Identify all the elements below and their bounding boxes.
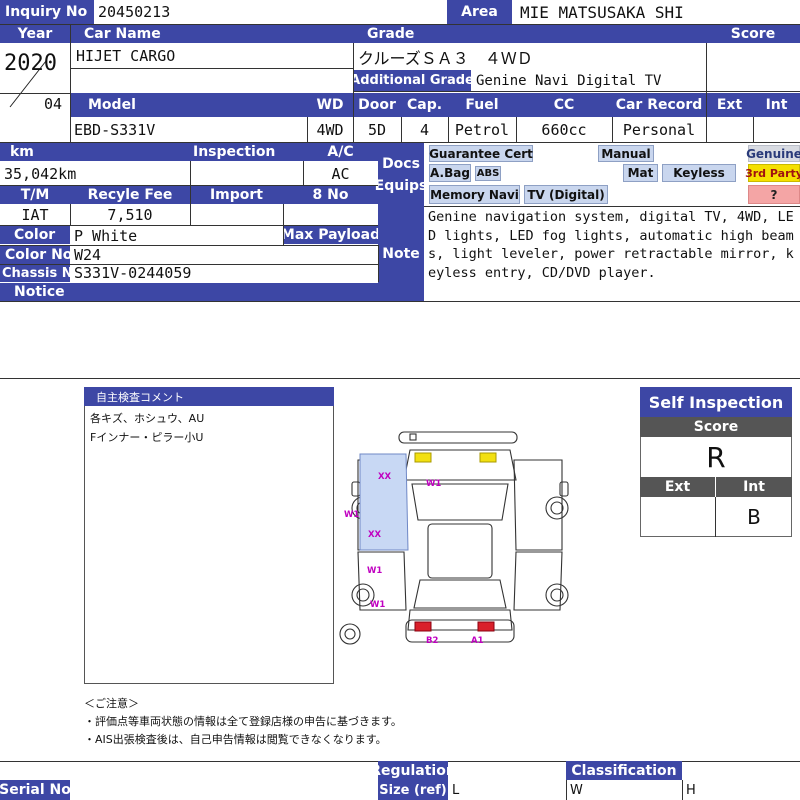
docs-label: Docs	[382, 155, 420, 172]
damage-mark-rear-bumper-left: B2	[426, 636, 439, 646]
color-no-label: Color No	[0, 245, 72, 264]
badge-memory-navi: Memory Navi	[429, 185, 520, 204]
model-value: EBD-S331V	[74, 121, 156, 139]
notice-label: Notice	[0, 283, 424, 301]
size-w-label: W	[570, 782, 583, 798]
size-h-label: H	[686, 782, 696, 798]
disclaimer-line-2: ・AIS出張検査後は、自己申告情報は閲覧できなくなります。	[84, 733, 387, 746]
damage-mark-rear-left-lower: W1	[370, 600, 386, 610]
ac-label: A/C	[303, 143, 378, 161]
grade-value: クルーズＳＡ３ ４ＷＤ	[358, 49, 533, 68]
comment-line-2: Fインナー・ピラー小U	[90, 431, 204, 444]
cap-value: 4	[419, 121, 430, 139]
damage-mark-front-left: XX	[378, 472, 392, 482]
car-name-label: Car Name	[70, 24, 353, 43]
car-record-label: Car Record	[612, 93, 706, 117]
car-record-value: Personal	[622, 121, 696, 139]
int-label: Int	[753, 93, 800, 117]
self-inspection-ext	[640, 497, 716, 537]
self-inspection-title: Self Inspection	[640, 387, 792, 417]
month-value: 04	[44, 95, 63, 113]
cap-label: Cap.	[401, 93, 448, 117]
comments-box	[84, 406, 334, 684]
disclaimer-heading: ＜ご注意＞	[84, 697, 139, 710]
import-label: Import	[190, 186, 283, 204]
km-value: 35,042km	[4, 165, 77, 183]
badge-question: ?	[748, 185, 800, 204]
badge-genuine: Genuine	[746, 145, 800, 162]
comments-title: 自主検査コメント	[84, 387, 334, 406]
note-label: Note	[378, 206, 424, 301]
inquiry-no-label: Inquiry No	[0, 0, 94, 24]
badge-manual: Manual	[598, 145, 654, 162]
inquiry-no-value: 20450213	[98, 3, 171, 21]
car-damage-diagram	[339, 431, 569, 645]
ext-label: Ext	[706, 93, 753, 117]
max-payload-label: Max Payload	[280, 225, 381, 244]
badge-third-party: 3rd Party	[745, 164, 800, 182]
fuel-label: Fuel	[448, 93, 516, 117]
tm-value: IAT	[21, 206, 49, 224]
self-inspection-int: B	[747, 505, 761, 529]
equips-label: Equips	[374, 177, 428, 194]
model-label: Model	[70, 93, 307, 117]
km-label: km	[0, 143, 190, 161]
damage-mark-front-left-door: W1	[344, 510, 360, 520]
damage-mark-left-side: XX	[368, 530, 382, 540]
serial-no-label: Serial No	[0, 780, 71, 800]
badge-tv-digital: TV (Digital)	[524, 185, 608, 204]
color-value: P White	[74, 226, 138, 245]
cc-label: CC	[516, 93, 612, 117]
damage-mark-rear-bumper-right: A1	[471, 636, 484, 646]
grade-label: Grade	[353, 24, 706, 43]
disclaimer-line-1: ・評価点等車両状態の情報は全て登録店様の申告に基づきます。	[84, 715, 402, 728]
docs-equips-label: Docs Equips	[375, 143, 427, 206]
door-label: Door	[353, 93, 401, 117]
wd-label: WD	[307, 93, 353, 117]
badge-keyless: Keyless	[662, 164, 736, 182]
tm-label: T/M	[0, 186, 70, 204]
score-label: Score	[706, 24, 800, 43]
note-text: Genine navigation system, digital TV, 4W…	[428, 209, 794, 281]
8-no-label: 8 No	[283, 186, 378, 204]
recycle-fee-value: 7,510	[107, 206, 153, 224]
chassis-no-label: Chassis No	[0, 264, 82, 282]
area-label: Area	[447, 0, 512, 24]
car-name-value: HIJET CARGO	[76, 47, 176, 65]
damage-mark-hood: W1	[426, 479, 442, 489]
year-cell: 2020 04	[0, 43, 70, 120]
color-no-value: W24	[74, 245, 102, 264]
badge-mat: Mat	[623, 164, 658, 182]
badge-abs: ABS	[475, 166, 501, 181]
area-value: MIE MATSUSAKA SHI	[520, 2, 684, 22]
damage-mark-rear-left: W1	[367, 566, 383, 576]
self-inspection-int-label: Int	[716, 477, 792, 497]
chassis-no-value: S331V-0244059	[74, 264, 192, 282]
ac-value: AC	[331, 165, 350, 183]
self-inspection-score-label: Score	[640, 417, 792, 437]
badge-abag: A.Bag	[429, 164, 471, 182]
badge-guarantee-cert: Guarantee Cert	[429, 145, 533, 162]
additional-grade-value: Genine Navi Digital TV	[476, 72, 662, 89]
year-label: Year	[0, 24, 70, 43]
regulation-label: Regulation	[370, 761, 456, 780]
year-value: 2020	[4, 51, 57, 76]
size-l-label: L	[452, 782, 460, 798]
cc-value: 660cc	[541, 121, 587, 139]
self-inspection-score: R	[706, 440, 726, 474]
inspection-label: Inspection	[190, 143, 303, 161]
size-ref-label: Size (ref)	[378, 780, 448, 800]
door-value: 5D	[367, 121, 387, 139]
classification-label: Classification	[566, 761, 682, 780]
comment-line-1: 各キズ、ホシュウ、AU	[90, 412, 205, 425]
additional-grade-label: Additional Grade	[350, 70, 474, 91]
wd-value: 4WD	[316, 121, 344, 139]
recycle-fee-label: Recyle Fee	[70, 186, 190, 204]
self-inspection-ext-label: Ext	[640, 477, 716, 497]
fuel-value: Petrol	[454, 121, 510, 139]
color-label: Color	[0, 225, 70, 244]
